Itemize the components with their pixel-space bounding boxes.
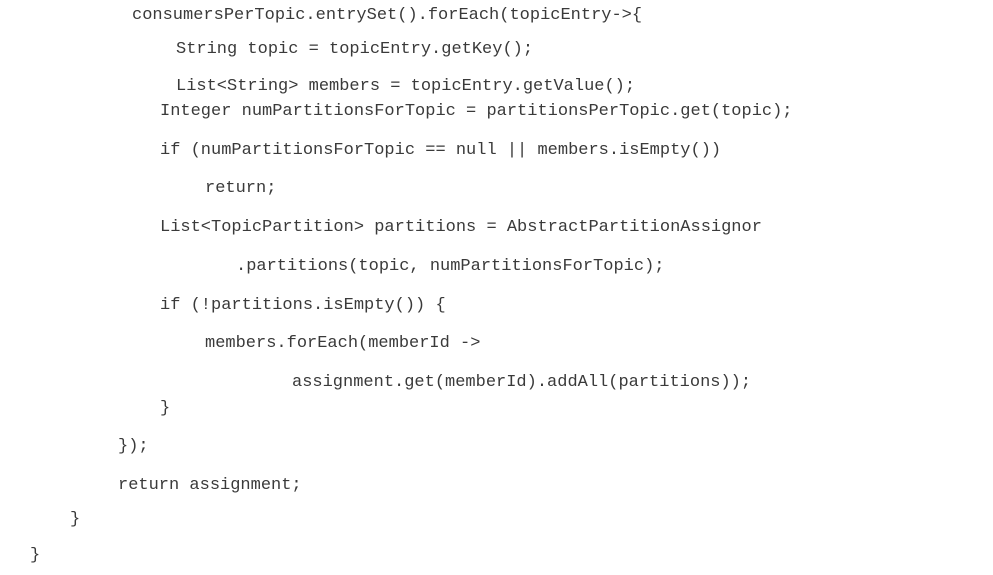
code-line: consumersPerTopic.entrySet().forEach(top… (132, 6, 643, 25)
code-line: } (160, 399, 171, 418)
code-line: List<TopicPartition> partitions = Abstra… (160, 218, 762, 237)
code-line: }); (118, 437, 149, 456)
code-line: String topic = topicEntry.getKey(); (176, 40, 534, 59)
code-line: return assignment; (118, 476, 302, 495)
code-line: .partitions(topic, numPartitionsForTopic… (236, 257, 665, 276)
code-line: if (numPartitionsForTopic == null || mem… (160, 141, 722, 160)
code-line: members.forEach(memberId -> (205, 334, 481, 353)
code-line: if (!partitions.isEmpty()) { (160, 296, 446, 315)
code-line: } (70, 510, 81, 529)
code-line: assignment.get(memberId).addAll(partitio… (292, 373, 752, 392)
code-listing: consumersPerTopic.entrySet().forEach(top… (0, 0, 993, 575)
code-line: Integer numPartitionsForTopic = partitio… (160, 102, 793, 121)
code-line: return; (205, 179, 277, 198)
code-line: List<String> members = topicEntry.getVal… (176, 77, 636, 96)
code-line: } (30, 546, 41, 565)
